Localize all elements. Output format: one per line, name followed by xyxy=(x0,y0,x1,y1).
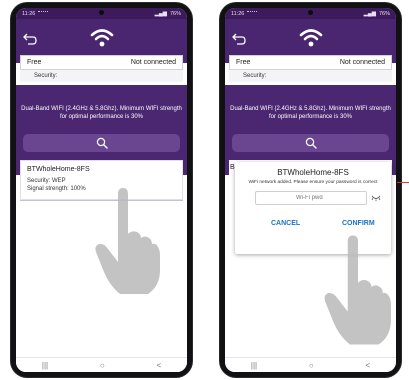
wifi-icon xyxy=(299,29,322,47)
security-label: Security: xyxy=(34,73,58,79)
status-time: 11:26 xyxy=(22,10,36,17)
camera-hole xyxy=(99,10,104,15)
connection-status: Not connected xyxy=(339,59,385,66)
back-nav-button[interactable]: < xyxy=(365,361,370,370)
back-icon[interactable] xyxy=(231,32,247,46)
system-nav-bar: ||| ○ < xyxy=(225,357,396,372)
recents-button[interactable]: ||| xyxy=(42,361,48,370)
recents-button[interactable]: ||| xyxy=(251,361,257,370)
signal-icon: ▂▄▆ xyxy=(363,10,376,17)
dialog-message: WiFi network added. Please ensure your p… xyxy=(248,180,378,185)
network-name: Free xyxy=(236,59,251,66)
phone-left: 11:26 ▂▄▆ 76% Free Not connected Securit… xyxy=(11,3,192,377)
notification-icons xyxy=(38,11,49,16)
current-network-row: Free Not connected xyxy=(229,55,392,70)
network-name: Free xyxy=(27,59,42,66)
screen-left: 11:26 ▂▄▆ 76% Free Not connected Securit… xyxy=(16,8,187,372)
list-item-name-partial: B xyxy=(230,164,235,171)
system-nav-bar: ||| ○ < xyxy=(16,357,187,372)
list-item-name: BTWholeHome-8FS xyxy=(27,166,90,173)
camera-hole xyxy=(308,10,313,15)
wifi-icon xyxy=(90,29,113,47)
security-row: Security: xyxy=(229,70,392,82)
search-button[interactable] xyxy=(232,134,389,152)
connection-status: Not connected xyxy=(130,59,176,66)
back-nav-button[interactable]: < xyxy=(156,361,161,370)
notification-icons xyxy=(247,11,258,16)
hand-pointer-icon xyxy=(324,235,391,345)
security-row: Security: xyxy=(20,70,183,82)
search-icon xyxy=(96,137,108,149)
info-text: Dual-Band WIFI (2.4GHz & 5.8Ghz). Minimu… xyxy=(230,106,391,120)
status-time: 11:26 xyxy=(231,10,245,17)
annotation-mark xyxy=(397,182,409,183)
battery-level: 76% xyxy=(169,10,181,17)
current-network-row: Free Not connected xyxy=(20,55,183,70)
password-input[interactable] xyxy=(255,191,367,205)
home-button[interactable]: ○ xyxy=(309,361,314,370)
info-text: Dual-Band WIFI (2.4GHz & 5.8Ghz). Minimu… xyxy=(21,106,182,120)
home-button[interactable]: ○ xyxy=(100,361,105,370)
phone-right: 11:26 ▂▄▆ 76% Free Not connected Securit… xyxy=(220,3,401,377)
security-label: Security: xyxy=(243,73,267,79)
search-icon xyxy=(305,137,317,149)
list-item-security: Security: WEP xyxy=(27,178,66,184)
cancel-button[interactable]: CANCEL xyxy=(271,220,300,227)
search-button[interactable] xyxy=(23,134,180,152)
current-network-panel: Free Not connected Security: xyxy=(229,55,392,85)
back-icon[interactable] xyxy=(22,32,38,46)
hand-pointer-icon xyxy=(95,188,160,294)
signal-icon: ▂▄▆ xyxy=(154,10,167,17)
dialog-title: BTWholeHome-8FS xyxy=(277,168,349,177)
confirm-button[interactable]: CONFIRM xyxy=(342,220,375,227)
current-network-panel: Free Not connected Security: xyxy=(20,55,183,85)
eye-icon[interactable] xyxy=(371,194,381,202)
screen-right: 11:26 ▂▄▆ 76% Free Not connected Securit… xyxy=(225,8,396,372)
battery-level: 76% xyxy=(378,10,390,17)
